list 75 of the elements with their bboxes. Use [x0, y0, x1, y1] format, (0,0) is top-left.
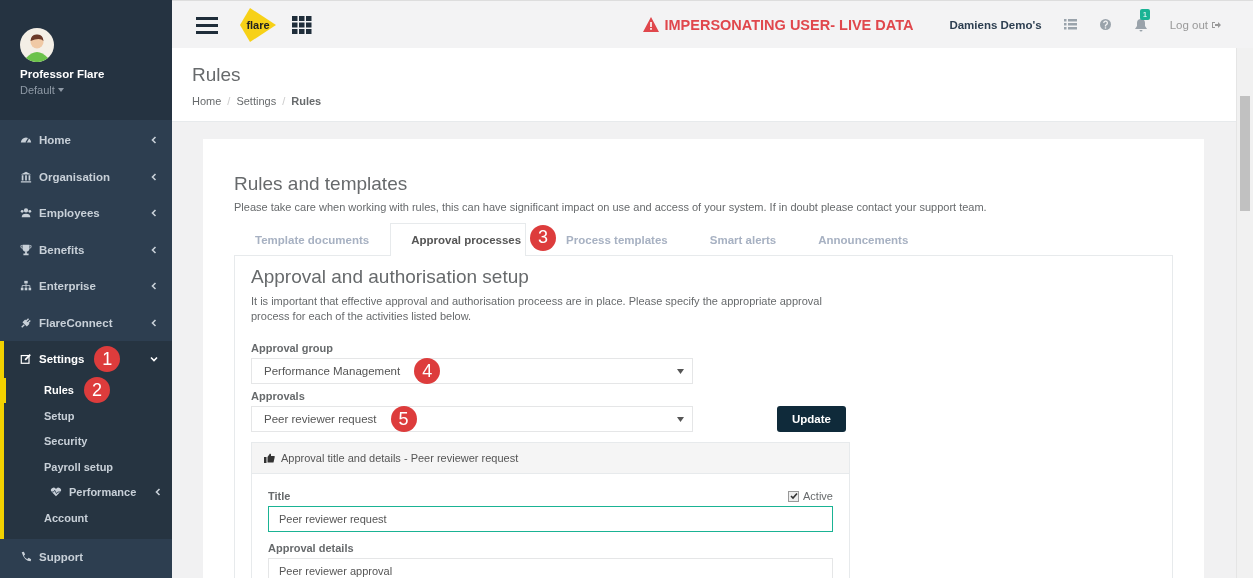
step-number-badge: 2 [83, 377, 110, 404]
text-field[interactable]: Peer reviewer approval [268, 558, 833, 578]
text-field[interactable]: Peer reviewer request [268, 506, 833, 532]
step-number-badge: 4 [414, 358, 441, 384]
sidebar-item[interactable]: Support [0, 538, 172, 575]
trophy-icon [20, 243, 32, 256]
card-title: Rules and templates [234, 173, 409, 195]
users-icon [20, 207, 32, 220]
caret-icon [677, 416, 684, 422]
panel-intro: It is important that effective approval and authorisation proceess are in place. Please specify the appropriate approval process for each of the activities listed below. [251, 294, 823, 324]
flare-logo[interactable]: flare [238, 5, 278, 44]
sidebar-item[interactable]: Benefits [0, 231, 172, 268]
apps-grid-icon[interactable] [292, 15, 312, 34]
checkbox[interactable] [788, 490, 800, 502]
sign-out-icon [1211, 19, 1221, 30]
field-label: Title [268, 490, 291, 502]
page-title: Rules [192, 64, 242, 86]
chevron-left-icon [150, 209, 158, 218]
help-icon[interactable] [1098, 18, 1112, 31]
warning-icon [643, 17, 660, 32]
notification-count: 1 [1139, 8, 1151, 20]
breadcrumb-separator: / [282, 95, 286, 107]
bank-icon [20, 170, 32, 183]
breadcrumb-link[interactable]: Settings [236, 95, 277, 107]
breadcrumb-separator: / [227, 95, 231, 107]
user-name: Professor Flare [20, 68, 106, 80]
caret-icon [57, 88, 64, 92]
update-button[interactable]: Update [777, 406, 846, 432]
sidebar-subitem[interactable]: Payroll setup [4, 454, 172, 480]
step-number-badge: 1 [94, 346, 121, 373]
panel-header-text: Approval title and details - Peer reviewer request [281, 452, 519, 464]
sidebar-subitem[interactable]: Account [4, 505, 172, 531]
chevron-down-icon [150, 355, 158, 364]
caret-icon [677, 368, 684, 374]
account-name[interactable]: Damiens Demo's [949, 18, 1042, 31]
chevron-left-icon [150, 245, 158, 254]
chevron-left-icon [150, 282, 158, 291]
field-label: Approval details [268, 542, 354, 554]
sidebar-item[interactable]: FlareConnect [0, 304, 172, 341]
chevron-left-icon [150, 172, 158, 181]
panel-title: Approval and authorisation setup [251, 266, 530, 288]
chevron-left-icon [154, 488, 162, 497]
impersonation-warning: IMPERSONATING USER- LIVE DATA [664, 16, 914, 33]
plug-icon [20, 316, 32, 329]
card-description: Please take care when working with rules, this can have significant impact on use and access of your system. If in doubt please contact your support team. [234, 201, 988, 213]
avatar-icon [20, 28, 54, 62]
pencil-icon [20, 353, 32, 366]
phone-icon [20, 550, 32, 563]
breadcrumb-link[interactable]: Home [192, 95, 222, 107]
step-number-badge: 3 [530, 224, 557, 251]
chevron-left-icon [150, 318, 158, 327]
sidebar-item[interactable]: Employees [0, 195, 172, 232]
role-dropdown[interactable]: Default [20, 84, 172, 96]
list-icon[interactable] [1063, 18, 1077, 31]
thumbs-up-icon [264, 453, 275, 463]
tab[interactable]: Approval processes [390, 223, 527, 256]
step-number-badge: 5 [390, 406, 417, 432]
chevron-left-icon [150, 136, 158, 145]
sidebar-subitem[interactable]: Performance [4, 479, 172, 505]
menu-icon[interactable] [196, 15, 218, 34]
scrollbar-thumb[interactable] [1240, 96, 1250, 211]
sidebar-subitem[interactable]: Rules 2 [4, 377, 172, 403]
sidebar-subitem[interactable]: Security [4, 428, 172, 454]
sidebar-item[interactable]: Enterprise [0, 268, 172, 305]
field-label: Approvals [251, 390, 306, 402]
heartbeat-icon [50, 486, 62, 499]
select-field[interactable]: Performance Management 4 [251, 358, 693, 384]
sidebar-item[interactable]: Home [0, 122, 172, 159]
checkbox-label: Active [803, 490, 833, 502]
select-field[interactable]: Peer reviewer request 5 [251, 406, 693, 432]
sitemap-icon [20, 280, 32, 293]
sidebar-subitem[interactable]: Setup [4, 403, 172, 429]
field-label: Approval group [251, 342, 334, 354]
sidebar-item[interactable]: Organisation [0, 158, 172, 195]
bell-icon[interactable] [1133, 17, 1148, 32]
